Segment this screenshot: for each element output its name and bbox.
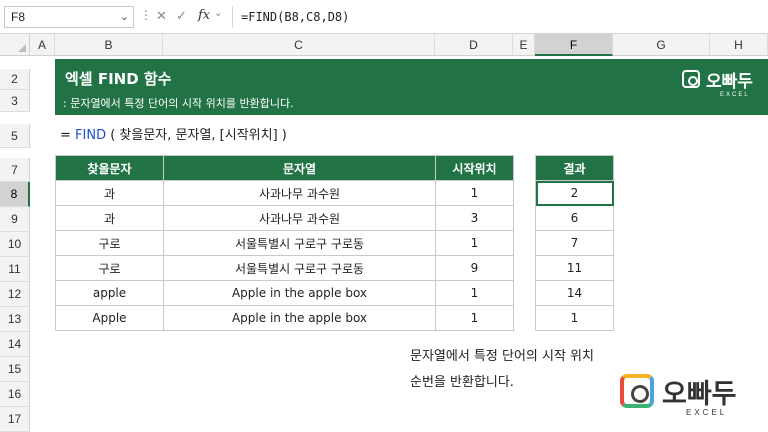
table-row: 14 — [535, 280, 614, 306]
column-header-f[interactable]: F — [535, 34, 613, 56]
enter-icon[interactable]: ✓ — [176, 8, 187, 24]
row-header-13[interactable]: 13 — [0, 307, 30, 332]
cell-d8[interactable]: 1 — [435, 180, 514, 206]
cell-c10[interactable]: 서울특별시 구로구 구로동 — [163, 230, 436, 256]
cell-b10[interactable]: 구로 — [55, 230, 164, 256]
result-header-row: 결과 — [535, 155, 614, 181]
cell-b9[interactable]: 과 — [55, 205, 164, 231]
page-title: 엑셀 FIND 함수 — [65, 70, 172, 88]
table-row: 과 사과나무 과수원 3 — [55, 205, 514, 231]
table-row: 6 — [535, 205, 614, 231]
cell-c13[interactable]: Apple in the apple box — [163, 305, 436, 331]
column-header-c[interactable]: C — [163, 34, 435, 56]
column-header-d[interactable]: D — [435, 34, 513, 56]
row-header-14[interactable]: 14 — [0, 332, 30, 357]
header-start-position[interactable]: 시작위치 — [435, 155, 514, 181]
formula-actions: ✕ ✓ fx ⌄ — [152, 6, 226, 28]
name-box[interactable]: F8 ⌄ — [4, 6, 134, 28]
syntax-arguments: ( 찾을문자, 문자열, [시작위치] ) — [106, 128, 287, 143]
cell-f12[interactable]: 14 — [535, 280, 614, 306]
cell-c11[interactable]: 서울특별시 구로구 구로동 — [163, 255, 436, 281]
cell-d13[interactable]: 1 — [435, 305, 514, 331]
syntax-prefix: = — [60, 128, 76, 143]
cell-c8[interactable]: 사과나무 과수원 — [163, 180, 436, 206]
banner-logo: 오빠두 EXCEL — [680, 66, 765, 106]
cell-f13[interactable]: 1 — [535, 305, 614, 331]
cell-d9[interactable]: 3 — [435, 205, 514, 231]
header-search-text[interactable]: 찾을문자 — [55, 155, 164, 181]
brand-logo: 오빠두 EXCEL — [618, 370, 763, 422]
column-header-h[interactable]: H — [710, 34, 768, 56]
header-text[interactable]: 문자열 — [163, 155, 436, 181]
title-banner: 엑셀 FIND 함수 : 문자열에서 특정 단어의 시작 위치를 반환합니다. … — [55, 59, 768, 115]
cell-c12[interactable]: Apple in the apple box — [163, 280, 436, 306]
table-row: Apple Apple in the apple box 1 — [55, 305, 514, 331]
logo-icon — [682, 70, 700, 88]
select-all-corner[interactable] — [0, 34, 30, 56]
row-header-7[interactable]: 7 — [0, 158, 30, 182]
cell-d11[interactable]: 9 — [435, 255, 514, 281]
row-header-9[interactable]: 9 — [0, 207, 30, 232]
cell-d12[interactable]: 1 — [435, 280, 514, 306]
row-header-10[interactable]: 10 — [0, 232, 30, 257]
cell-b8[interactable]: 과 — [55, 180, 164, 206]
name-box-value: F8 — [11, 10, 26, 24]
formula-bar: F8 ⌄ ⋮ ✕ ✓ fx ⌄ =FIND(B8,C8,D8) — [0, 0, 768, 34]
column-header-b[interactable]: B — [55, 34, 163, 56]
table-row: 2 — [535, 180, 614, 206]
page-subtitle: : 문자열에서 특정 단어의 시작 위치를 반환합니다. — [63, 97, 294, 110]
cell-c9[interactable]: 사과나무 과수원 — [163, 205, 436, 231]
row-header-12[interactable]: 12 — [0, 282, 30, 307]
cell-f10[interactable]: 7 — [535, 230, 614, 256]
row-header-3[interactable]: 3 — [0, 90, 30, 112]
brand-logo-subtext: EXCEL — [686, 408, 728, 417]
cancel-icon[interactable]: ✕ — [156, 8, 167, 24]
row-header-5[interactable]: 5 — [0, 124, 30, 148]
table-header-row: 찾을문자 문자열 시작위치 — [55, 155, 514, 181]
table-row: 11 — [535, 255, 614, 281]
chevron-down-icon[interactable]: ⌄ — [120, 10, 129, 23]
table-row: 7 — [535, 230, 614, 256]
result-table: 결과 2 6 7 11 14 1 — [535, 155, 614, 331]
table-row: apple Apple in the apple box 1 — [55, 280, 514, 306]
row-header-15[interactable]: 15 — [0, 357, 30, 382]
row-header-11[interactable]: 11 — [0, 257, 30, 282]
explanation-note: 문자열에서 특정 단어의 시작 위치 순번을 반환합니다. — [410, 344, 594, 396]
formula-text: =FIND(B8,C8,D8) — [241, 10, 350, 24]
cell-b12[interactable]: apple — [55, 280, 164, 306]
brand-logo-text: 오빠두 — [662, 379, 737, 410]
syntax-function-name: FIND — [75, 128, 107, 143]
formula-input[interactable]: =FIND(B8,C8,D8) — [232, 6, 764, 28]
row-header-16[interactable]: 16 — [0, 382, 30, 407]
cell-b13[interactable]: Apple — [55, 305, 164, 331]
column-header-g[interactable]: G — [613, 34, 710, 56]
table-row: 과 사과나무 과수원 1 — [55, 180, 514, 206]
function-syntax: = FIND ( 찾을문자, 문자열, [시작위치] ) — [60, 124, 287, 143]
more-icon: ⋮ — [140, 8, 152, 22]
cell-d10[interactable]: 1 — [435, 230, 514, 256]
table-row: 1 — [535, 305, 614, 331]
cell-f9[interactable]: 6 — [535, 205, 614, 231]
cell-b11[interactable]: 구로 — [55, 255, 164, 281]
column-header-a[interactable]: A — [30, 34, 55, 56]
row-header-17[interactable]: 17 — [0, 407, 30, 432]
table-row: 구로 서울특별시 구로구 구로동 1 — [55, 230, 514, 256]
column-header-e[interactable]: E — [513, 34, 535, 56]
logo-subtext: EXCEL — [720, 92, 750, 98]
table-row: 구로 서울특별시 구로구 구로동 9 — [55, 255, 514, 281]
row-header-2[interactable]: 2 — [0, 69, 30, 90]
cell-f11[interactable]: 11 — [535, 255, 614, 281]
note-line-1: 문자열에서 특정 단어의 시작 위치 — [410, 349, 594, 364]
brand-logo-icon — [620, 374, 654, 408]
cell-f8[interactable]: 2 — [535, 180, 614, 206]
row-header-8[interactable]: 8 — [0, 182, 30, 207]
insert-function-icon[interactable]: fx — [198, 8, 210, 23]
header-result[interactable]: 결과 — [535, 155, 614, 181]
logo-text: 오빠두 — [706, 72, 753, 92]
chevron-down-icon[interactable]: ⌄ — [214, 8, 222, 19]
note-line-2: 순번을 반환합니다. — [410, 375, 514, 390]
example-table: 찾을문자 문자열 시작위치 과 사과나무 과수원 1 과 사과나무 과수원 3 … — [55, 155, 514, 331]
